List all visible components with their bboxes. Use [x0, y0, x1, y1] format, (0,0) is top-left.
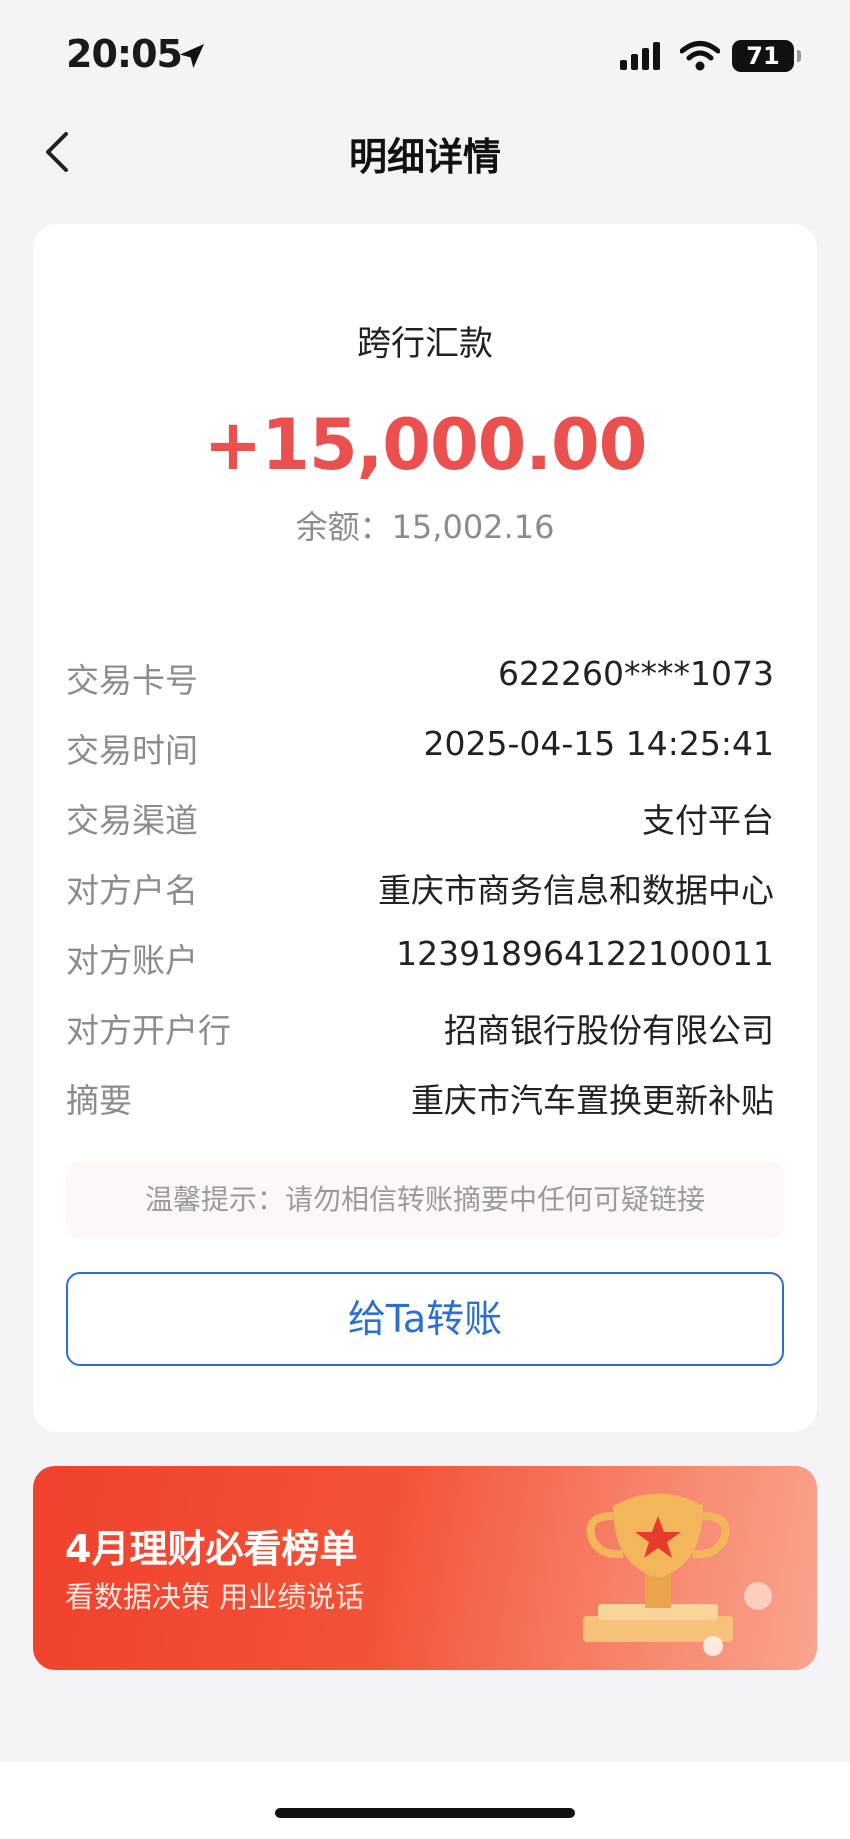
detail-label: 交易渠道 [66, 801, 198, 840]
detail-label: 对方户名 [66, 871, 198, 910]
transaction-type: 跨行汇款 [357, 324, 493, 364]
detail-label: 摘要 [66, 1081, 132, 1120]
battery-indicator: 71 [732, 40, 794, 72]
balance-text: 余额：15,002.16 [295, 508, 555, 546]
status-bar: 20:05 71 [0, 0, 850, 104]
battery-cap [797, 50, 801, 62]
status-time: 20:05 [66, 32, 183, 76]
cellular-signal-icon [620, 42, 660, 70]
detail-list: 交易卡号 622260****1073 交易时间 2025-04-15 14:2… [66, 644, 774, 1134]
detail-label: 对方开户行 [66, 1011, 231, 1050]
detail-row-payee-bank: 对方开户行 招商银行股份有限公司 [66, 994, 774, 1064]
detail-value: 123918964122100011 [396, 934, 774, 973]
transfer-to-payee-button[interactable]: 给Ta转账 [66, 1272, 784, 1366]
detail-value: 重庆市商务信息和数据中心 [378, 871, 774, 910]
detail-value: 2025-04-15 14:25:41 [423, 724, 774, 763]
detail-row-channel: 交易渠道 支付平台 [66, 784, 774, 854]
detail-row-payee-name: 对方户名 重庆市商务信息和数据中心 [66, 854, 774, 924]
warning-tip: 温馨提示：请勿相信转账摘要中任何可疑链接 [66, 1162, 784, 1238]
detail-label: 交易卡号 [66, 661, 198, 700]
detail-row-payee-account: 对方账户 123918964122100011 [66, 924, 774, 994]
nav-bar: 明细详情 [0, 104, 850, 200]
wifi-icon [680, 41, 720, 71]
promo-banner[interactable]: 4月理财必看榜单 看数据决策 用业绩说话 [33, 1466, 817, 1670]
detail-label: 对方账户 [66, 941, 198, 980]
location-arrow-icon [180, 44, 204, 68]
detail-value: 支付平台 [642, 801, 774, 840]
banner-title: 4月理财必看榜单 [65, 1527, 358, 1571]
page-title: 明细详情 [348, 135, 501, 179]
transaction-card: 跨行汇款 +15,000.00 余额：15,002.16 交易卡号 622260… [33, 224, 817, 1432]
home-indicator[interactable] [275, 1808, 575, 1818]
detail-row-time: 交易时间 2025-04-15 14:25:41 [66, 714, 774, 784]
bottom-area [0, 1762, 850, 1839]
detail-row-memo: 摘要 重庆市汽车置换更新补贴 [66, 1064, 774, 1134]
detail-value: 招商银行股份有限公司 [444, 1011, 774, 1050]
detail-value: 重庆市汽车置换更新补贴 [411, 1081, 774, 1120]
detail-value: 622260****1073 [498, 654, 774, 693]
detail-label: 交易时间 [66, 731, 198, 770]
transaction-amount: +15,000.00 [203, 404, 648, 486]
trophy-icon [583, 1493, 772, 1656]
banner-subtitle: 看数据决策 用业绩说话 [65, 1580, 365, 1614]
detail-row-card-number: 交易卡号 622260****1073 [66, 644, 774, 714]
